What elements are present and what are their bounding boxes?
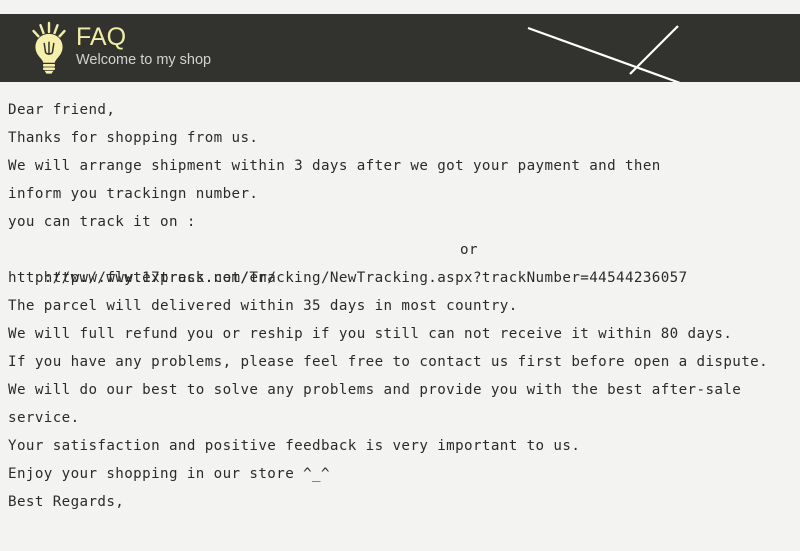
text-line: service. [8, 410, 80, 426]
text-line: The parcel will delivered within 35 days… [8, 298, 518, 314]
text-line: Your satisfaction and positive feedback … [8, 438, 581, 454]
text-line: Enjoy your shopping in our store ^_^ [8, 466, 330, 482]
tracking-url-17track[interactable]: http://www.17track.net/en/ [44, 270, 276, 286]
page-title: FAQ [76, 23, 127, 51]
text-line: you can track it on : [8, 214, 196, 230]
text-line: We will full refund you or reship if you… [8, 326, 733, 342]
faq-body-text: Dear friend, Thanks for shopping from us… [8, 96, 798, 516]
text-line: Thanks for shopping from us. [8, 130, 259, 146]
header-text-group: FAQ Welcome to my shop [76, 24, 211, 72]
text-line: Best Regards, [8, 494, 125, 510]
or-separator: or [460, 242, 478, 258]
page-subtitle: Welcome to my shop [76, 52, 212, 68]
faq-header-banner: FAQ Welcome to my shop [0, 14, 800, 82]
tracking-url-line-17track: http://www.17track.net/en/ or [8, 236, 798, 286]
text-line: If you have any problems, please feel fr… [8, 354, 769, 370]
lightbulb-icon [32, 21, 66, 74]
header-brand-group: FAQ Welcome to my shop [28, 14, 211, 82]
text-line: We will do our best to solve any problem… [8, 382, 742, 398]
text-line: Dear friend, [8, 102, 116, 118]
text-line: We will arrange shipment within 3 days a… [8, 158, 661, 174]
text-line: inform you trackingn number. [8, 186, 259, 202]
